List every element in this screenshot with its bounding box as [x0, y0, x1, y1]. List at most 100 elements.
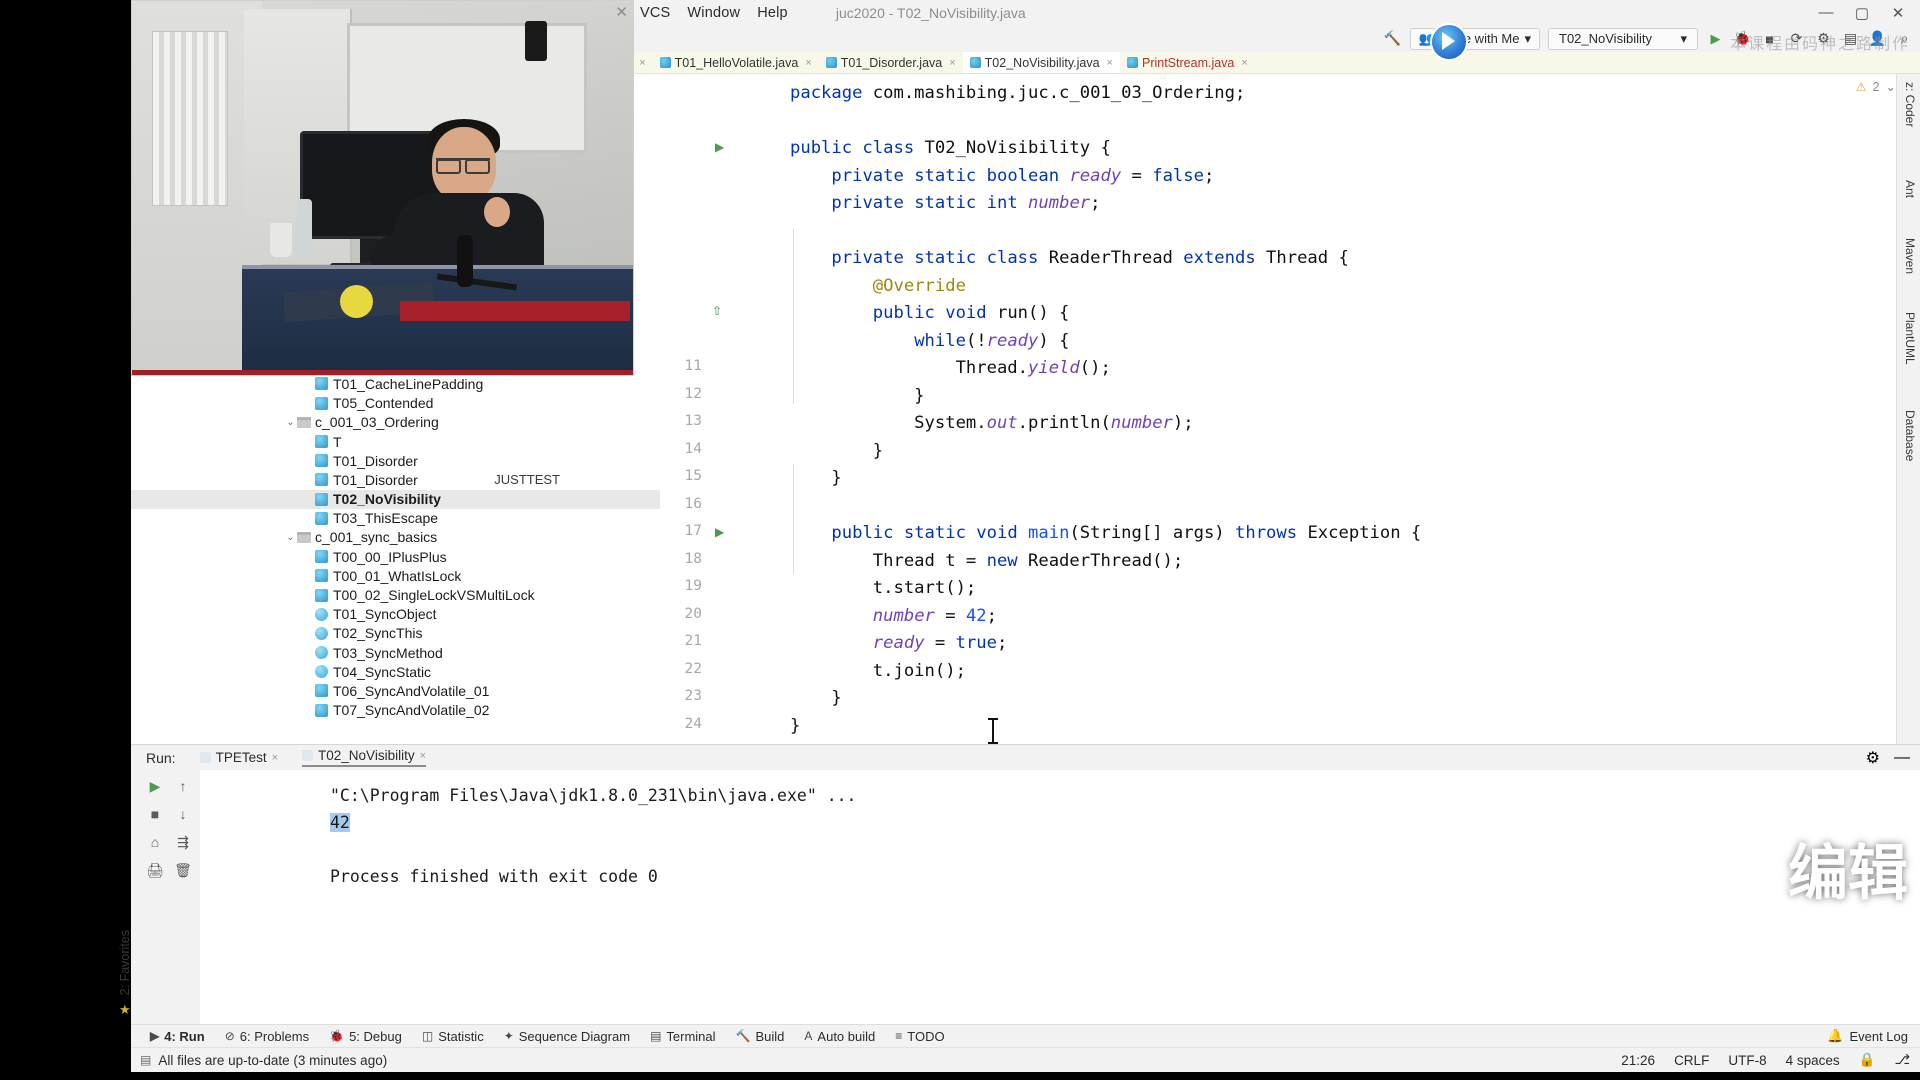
favorites-tool-button[interactable]: 2: Favorites [118, 930, 132, 995]
tool-window-button-todo[interactable]: ≡ TODO [895, 1029, 944, 1044]
run-button[interactable]: ▶ [1706, 31, 1725, 47]
tree-item-label: T01_Disorder [333, 452, 418, 469]
right-tool-button-ant[interactable]: Ant [1903, 180, 1917, 198]
tree-item[interactable]: ⌄ c_001_sync_basics [130, 528, 660, 547]
close-icon[interactable]: × [1241, 57, 1247, 69]
close-icon[interactable]: × [949, 57, 955, 69]
tree-item[interactable]: ⌄ c_001_03_Ordering [130, 413, 660, 432]
tool-window-button-statistic[interactable]: ◫ Statistic [422, 1029, 484, 1044]
right-tool-button-database[interactable]: Database [1903, 410, 1917, 461]
console-output[interactable]: "C:\Program Files\Java\jdk1.8.0_231\bin\… [200, 770, 1920, 1025]
inspection-status[interactable]: ⚠ 2 ⌄ [1856, 79, 1896, 95]
close-icon[interactable]: × [420, 750, 426, 762]
rerun-button[interactable]: ▶ [144, 778, 166, 795]
tree-item[interactable]: T01_Disorder JUSTTEST [130, 470, 660, 489]
tool-window-button-4-run[interactable]: ▶ 4: Run [150, 1029, 205, 1044]
close-icon[interactable]: ✕ [615, 3, 628, 21]
close-icon[interactable]: × [1107, 57, 1113, 69]
tree-item[interactable]: T03_ThisEscape [130, 509, 660, 528]
status-indent[interactable]: 4 spaces [1786, 1053, 1840, 1068]
tree-item[interactable]: T02_SyncThis [130, 624, 660, 643]
minimize-button[interactable]: — [1808, 4, 1844, 21]
tree-item[interactable]: T01_Disorder [130, 451, 660, 470]
tree-item[interactable]: T00_01_WhatIsLock [130, 566, 660, 585]
right-tool-button-z-coder[interactable]: z: Coder [1903, 82, 1917, 127]
chevron-down-icon[interactable]: ⌄ [284, 532, 297, 543]
editor-tab[interactable]: PrintStream.java × [1120, 52, 1255, 73]
editor-tab-active[interactable]: T02_NoVisibility.java × [962, 52, 1120, 73]
tree-item[interactable]: T01_CacheLinePadding [130, 374, 660, 393]
home-button[interactable]: ⌂ [144, 834, 166, 850]
code-line: ready = true; [872, 633, 1008, 653]
tool-window-label: Auto build [817, 1028, 876, 1044]
tool-window-button-sequence-diagram[interactable]: ✦ Sequence Diagram [504, 1029, 630, 1044]
tool-window-button-auto-build[interactable]: A Auto build [804, 1029, 875, 1044]
tool-window-button-terminal[interactable]: ▤ Terminal [650, 1029, 715, 1044]
tool-window-label: Statistic [438, 1028, 484, 1044]
java-file-icon [1126, 57, 1138, 68]
document-icon: ▤ [140, 1053, 152, 1067]
code-with-me-button[interactable]: 👥 Code with Me ▾ [1409, 27, 1540, 50]
tool-window-button-build[interactable]: 🔨 Build [736, 1029, 785, 1044]
project-tree[interactable]: T05_VolatileVsSync⌄c_001_02_FalseSharing… [130, 336, 660, 744]
right-tool-button-plantuml[interactable]: PlantUML [1903, 312, 1917, 365]
bottom-tool-window-bar: ▶ 4: Run ⊘ 6: Problems 🐞 5: Debug ◫ Statistic ✦ S… [130, 1024, 1920, 1047]
tree-item[interactable]: T03_SyncMethod [130, 643, 660, 662]
tree-item-selected[interactable]: T02_NoVisibility [130, 489, 660, 509]
run-gutter-icon[interactable]: ▶ [715, 140, 724, 154]
tree-item[interactable]: T [130, 432, 660, 451]
lock-icon[interactable]: 🔒 [1859, 1052, 1876, 1068]
minimize-icon[interactable]: — [1894, 749, 1910, 767]
status-encoding[interactable]: UTF-8 [1728, 1053, 1766, 1068]
status-line-sep[interactable]: CRLF [1674, 1053, 1709, 1068]
override-gutter-icon[interactable]: ⇧ [712, 304, 722, 318]
run-tab-active[interactable]: T02_NoVisibility × [302, 748, 427, 767]
code-line: @Override [872, 275, 966, 296]
webcam-overlay[interactable]: ✕ [131, 0, 634, 376]
close-icon[interactable]: × [272, 752, 278, 764]
menu-item-window[interactable]: Window [687, 5, 740, 21]
print-button[interactable]: 🖨 [144, 862, 166, 879]
close-icon[interactable]: × [805, 57, 811, 69]
run-tab[interactable]: TPETest × [199, 750, 278, 765]
tree-item[interactable]: T05_Contended [130, 394, 660, 413]
menu-item-vcs[interactable]: VCS [640, 5, 670, 21]
java-file-icon [659, 57, 671, 68]
line-number: 21 [684, 633, 702, 649]
chevron-down-icon[interactable]: ⌄ [284, 417, 297, 428]
tree-item[interactable]: T00_00_IPlusPlus [130, 547, 660, 566]
scroll-down-button[interactable]: ↓ [172, 806, 194, 822]
editor-tab[interactable]: T01_HelloVolatile.java × [653, 52, 819, 73]
tree-item[interactable]: T07_SyncAndVolatile_02 [130, 701, 660, 720]
event-log-button[interactable]: 🔔 Event Log [1827, 1028, 1908, 1044]
bell-icon: 🔔 [1827, 1028, 1844, 1043]
console-line: Process finished with exit code 0 [330, 867, 658, 886]
clear-all-button[interactable]: 🗑 [172, 862, 194, 879]
close-button[interactable]: ✕ [1880, 4, 1916, 22]
tool-window-button-6-problems[interactable]: ⊘ 6: Problems [225, 1029, 309, 1044]
menu-item-help[interactable]: Help [757, 5, 788, 21]
java-file-icon [969, 57, 981, 68]
run-gutter-icon[interactable]: ▶ [715, 525, 724, 539]
right-tool-button-maven[interactable]: Maven [1903, 238, 1917, 274]
tool-window-button-5-debug[interactable]: 🐞 5: Debug [329, 1029, 402, 1044]
maximize-button[interactable]: ▢ [1844, 4, 1880, 22]
tree-item[interactable]: T00_02_SingleLockVSMultiLock [130, 585, 660, 604]
branch-icon[interactable]: ⎇ [1894, 1052, 1910, 1068]
stop-button[interactable]: ■ [144, 806, 166, 822]
line-number: 19 [684, 578, 702, 594]
line-number: 14 [684, 440, 702, 457]
tool-window-icon: ≡ [895, 1029, 903, 1043]
soft-wrap-button[interactable]: ⇶ [172, 834, 194, 851]
tree-item[interactable]: T04_SyncStatic [130, 662, 660, 681]
editor-tab[interactable]: T01_Disorder.java × [819, 52, 963, 73]
close-icon[interactable]: × [639, 57, 645, 69]
status-message: All files are up-to-date (3 minutes ago) [158, 1052, 388, 1068]
run-configuration-selector[interactable]: T02_NoVisibility ▾ [1548, 27, 1698, 50]
editor-gutter[interactable]: ▶⇧11121314151617▶1819202122232425 [660, 74, 745, 759]
tree-item[interactable]: T01_SyncObject [130, 605, 660, 624]
tree-item[interactable]: T06_SyncAndVolatile_01 [130, 681, 660, 700]
scroll-up-button[interactable]: ↑ [172, 778, 194, 794]
gear-icon[interactable]: ⚙ [1866, 748, 1880, 768]
hammer-icon[interactable]: 🔨 [1383, 30, 1402, 47]
